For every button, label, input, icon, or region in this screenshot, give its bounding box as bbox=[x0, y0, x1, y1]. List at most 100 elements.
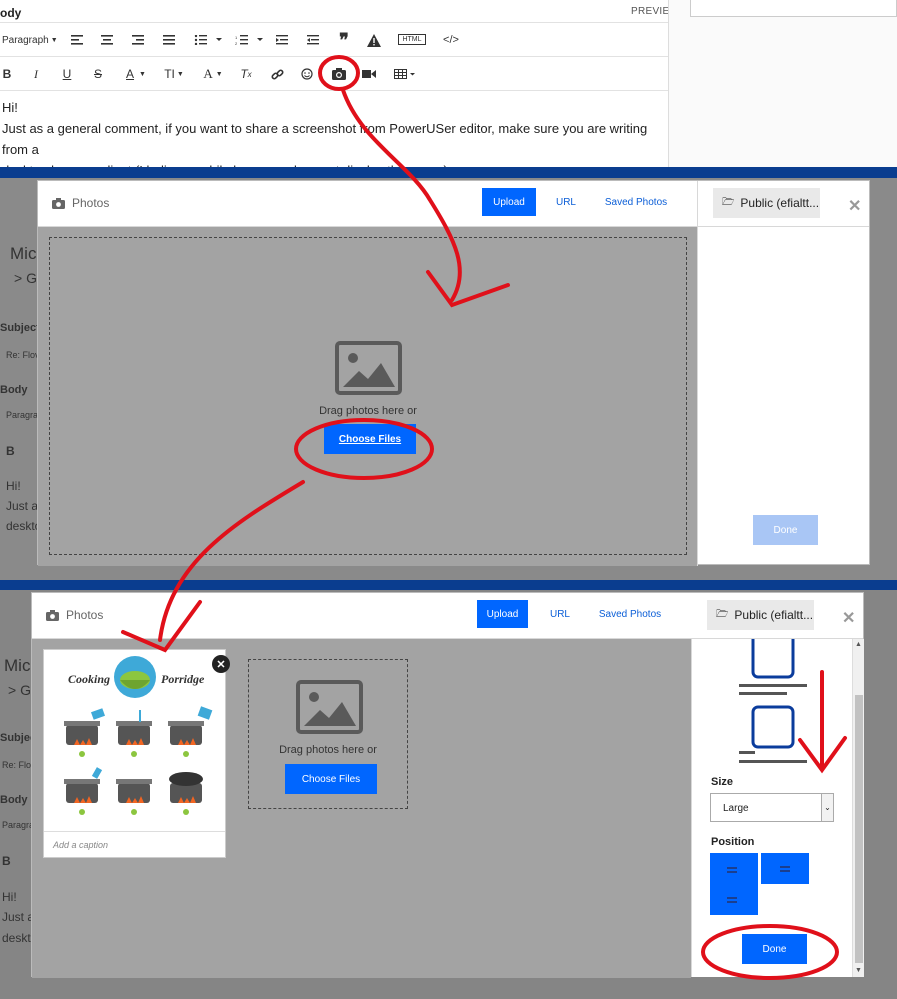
bg-breadcrumb: > G bbox=[8, 682, 31, 698]
position-preview-icon bbox=[739, 639, 807, 763]
bg-body-label: Body bbox=[0, 794, 28, 806]
tab-url[interactable]: URL bbox=[544, 600, 576, 628]
scroll-up-icon[interactable]: ▲ bbox=[855, 641, 862, 648]
outdent-icon[interactable] bbox=[275, 31, 289, 49]
video-icon[interactable] bbox=[361, 65, 377, 83]
drag-photos-text: Drag photos here or bbox=[279, 744, 377, 756]
font-family-icon[interactable]: A ▼ bbox=[200, 65, 226, 83]
position-center-button[interactable] bbox=[761, 853, 809, 884]
folder-icon: 🗁 bbox=[716, 608, 729, 620]
clear-format-icon[interactable]: Tx bbox=[238, 65, 254, 83]
done-button[interactable]: Done bbox=[753, 515, 818, 545]
site-header-strip bbox=[0, 167, 897, 178]
choose-files-button[interactable]: Choose Files bbox=[324, 424, 416, 454]
numbered-list-icon[interactable]: 12 bbox=[234, 31, 266, 49]
bg-subject-label: Subject bbox=[0, 322, 40, 334]
photo-options-sidebar: Size Large ⌄ Position Done ▲ ▼ bbox=[691, 639, 864, 977]
side-panel-input[interactable] bbox=[690, 0, 897, 17]
bg-body-label: Body bbox=[0, 384, 28, 396]
position-label: Position bbox=[711, 836, 755, 848]
tab-upload[interactable]: Upload bbox=[477, 600, 528, 628]
close-icon[interactable]: ✕ bbox=[842, 608, 855, 628]
photos-modal: Photos Upload URL Saved Photos ✕ 🗁 Publi… bbox=[37, 180, 870, 566]
toolbar-row-1: Paragraph ▼ 12 ❞ HTML </> bbox=[0, 22, 668, 56]
remove-photo-icon[interactable]: ✕ bbox=[212, 655, 230, 673]
site-header-strip-2 bbox=[0, 580, 897, 590]
sidebar-divider bbox=[697, 181, 698, 566]
bg-hi: Hi! bbox=[6, 479, 21, 493]
align-center-image-icon bbox=[780, 866, 790, 872]
font-size-icon[interactable]: TI ▼ bbox=[162, 65, 186, 83]
source-code-icon[interactable]: </> bbox=[442, 31, 460, 49]
tab-upload[interactable]: Upload bbox=[482, 188, 536, 216]
indent-icon[interactable] bbox=[306, 31, 320, 49]
scroll-thumb[interactable] bbox=[855, 695, 863, 963]
text-color-icon[interactable]: A ▼ bbox=[120, 65, 152, 83]
folder-label: Public (efialtt... bbox=[740, 196, 820, 210]
align-center-icon[interactable] bbox=[100, 31, 114, 49]
scrollbar[interactable]: ▲ ▼ bbox=[852, 639, 864, 977]
tab-url[interactable]: URL bbox=[550, 188, 582, 216]
size-label: Size bbox=[711, 776, 734, 788]
link-icon[interactable] bbox=[270, 65, 284, 83]
body-line: Hi! bbox=[2, 100, 18, 115]
folder-selector[interactable]: 🗁 Public (efialtt... bbox=[707, 600, 814, 630]
camera-icon[interactable] bbox=[331, 65, 347, 83]
folder-selector[interactable]: 🗁 Public (efialtt... bbox=[713, 188, 820, 218]
emoji-icon[interactable] bbox=[300, 65, 314, 83]
tab-saved-photos[interactable]: Saved Photos bbox=[600, 188, 672, 216]
bg-bold-icon: B bbox=[6, 444, 15, 458]
paragraph-dropdown[interactable]: Paragraph ▼ bbox=[2, 31, 58, 49]
chevron-down-icon: ▼ bbox=[50, 36, 58, 44]
uploaded-photo-card[interactable]: Cooking Porridge ✕ Add a caption bbox=[43, 649, 230, 858]
strikethrough-icon[interactable]: S bbox=[91, 65, 105, 83]
choose-files-button[interactable]: Choose Files bbox=[285, 764, 377, 794]
tab-saved-photos[interactable]: Saved Photos bbox=[594, 600, 666, 628]
underline-icon[interactable]: U bbox=[60, 65, 74, 83]
caption-input[interactable]: Add a caption bbox=[44, 831, 225, 857]
modal-title-text: Photos bbox=[72, 196, 110, 210]
body-line: Just as a general comment, if you want t… bbox=[2, 121, 648, 157]
editor-side-panel bbox=[668, 0, 897, 170]
size-select[interactable]: Large ⌄ bbox=[710, 793, 834, 822]
bg-page-title: Mic bbox=[4, 656, 31, 675]
camera-icon bbox=[52, 197, 65, 209]
blockquote-icon[interactable]: ❞ bbox=[337, 30, 351, 50]
folder-icon: 🗁 bbox=[722, 196, 735, 208]
image-placeholder-icon bbox=[335, 341, 402, 395]
editor-body[interactable]: Hi! Just as a general comment, if you wa… bbox=[0, 90, 668, 178]
bg-breadcrumb: > G bbox=[14, 270, 37, 286]
camera-icon bbox=[46, 609, 59, 621]
photos-modal-2: Photos Upload URL Saved Photos ✕ 🗁 Publi… bbox=[31, 592, 864, 978]
image-placeholder-icon bbox=[296, 680, 363, 734]
bg-subject-value: Re: Flov bbox=[6, 350, 40, 360]
close-icon[interactable]: ✕ bbox=[848, 196, 861, 216]
bg-page-title: Mic bbox=[10, 244, 37, 263]
bold-icon[interactable]: B bbox=[0, 65, 14, 83]
size-select-value: Large bbox=[723, 803, 749, 814]
table-icon[interactable] bbox=[393, 65, 417, 83]
paragraph-label: Paragraph bbox=[2, 34, 49, 46]
toolbar-row-2: B I U S A ▼ TI ▼ A ▼ Tx bbox=[0, 56, 668, 90]
rich-text-editor: ody PREVIEW Paragraph ▼ 12 ❞ HTML </> B I… bbox=[0, 0, 897, 178]
dropzone[interactable]: Drag photos here or Choose Files bbox=[248, 659, 408, 809]
position-left-button[interactable] bbox=[710, 853, 758, 915]
align-right-icon[interactable] bbox=[131, 31, 145, 49]
modal-title: Photos bbox=[52, 196, 109, 210]
bullet-list-icon[interactable] bbox=[193, 31, 225, 49]
scroll-down-icon[interactable]: ▼ bbox=[855, 967, 862, 974]
dropzone[interactable]: Drag photos here or Choose Files bbox=[49, 237, 687, 555]
italic-icon[interactable]: I bbox=[29, 65, 43, 83]
align-justify-icon[interactable] bbox=[162, 31, 176, 49]
warning-icon[interactable] bbox=[366, 31, 382, 49]
folder-label: Public (efialtt... bbox=[734, 608, 814, 622]
done-button[interactable]: Done bbox=[742, 934, 807, 964]
body-field-label: ody bbox=[0, 6, 22, 20]
modal-title-text: Photos bbox=[66, 608, 104, 622]
bg-paragraph: Paragra bbox=[2, 820, 35, 830]
image-title-left: Cooking bbox=[68, 672, 110, 686]
cooking-porridge-image: Cooking Porridge bbox=[44, 650, 225, 830]
html-icon[interactable]: HTML bbox=[398, 34, 426, 45]
bg-hi: Hi! bbox=[2, 890, 17, 904]
align-left-icon[interactable] bbox=[70, 31, 84, 49]
